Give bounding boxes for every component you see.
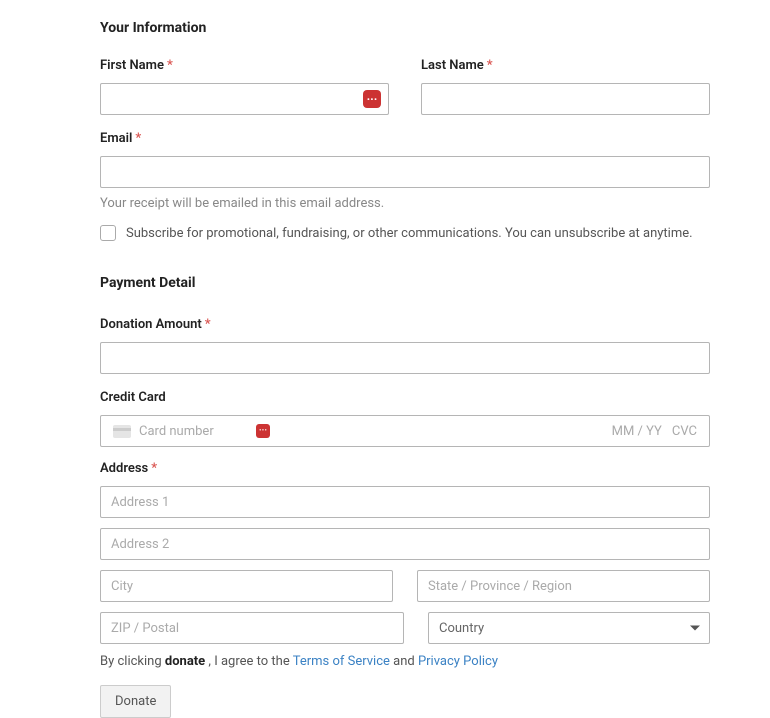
address-label: Address* [100, 461, 710, 476]
your-information-heading: Your Information [100, 20, 710, 36]
subscribe-checkbox[interactable] [100, 225, 116, 241]
password-manager-icon[interactable] [363, 90, 381, 108]
credit-card-input[interactable]: Card number MM / YY CVC [100, 415, 710, 447]
donation-amount-input[interactable] [100, 342, 710, 374]
card-expiry-placeholder: MM / YY [612, 424, 662, 439]
required-asterisk: * [167, 58, 173, 73]
payment-detail-heading: Payment Detail [100, 275, 710, 291]
donation-amount-label: Donation Amount* [100, 317, 710, 332]
first-name-label: First Name* [100, 58, 389, 73]
card-icon [113, 425, 131, 438]
tos-link[interactable]: Terms of Service [293, 654, 390, 669]
zip-input[interactable] [100, 612, 404, 644]
password-manager-icon[interactable] [256, 424, 270, 438]
email-label: Email* [100, 131, 710, 146]
required-asterisk: * [151, 461, 157, 476]
first-name-input[interactable] [100, 83, 389, 115]
required-asterisk: * [487, 58, 493, 73]
donate-button[interactable]: Donate [100, 685, 171, 718]
address2-input[interactable] [100, 528, 710, 560]
last-name-input[interactable] [421, 83, 710, 115]
subscribe-label: Subscribe for promotional, fundraising, … [126, 226, 693, 241]
card-cvc-placeholder: CVC [672, 424, 697, 439]
address1-input[interactable] [100, 486, 710, 518]
required-asterisk: * [135, 131, 141, 146]
email-input[interactable] [100, 156, 710, 188]
card-number-placeholder: Card number [139, 424, 612, 439]
country-select[interactable]: Country [428, 612, 710, 644]
city-input[interactable] [100, 570, 393, 602]
email-hint: Your receipt will be emailed in this ema… [100, 196, 710, 211]
state-input[interactable] [417, 570, 710, 602]
privacy-link[interactable]: Privacy Policy [418, 654, 498, 669]
credit-card-label: Credit Card [100, 390, 710, 405]
legal-text: By clicking donate , I agree to the Term… [100, 654, 710, 669]
required-asterisk: * [205, 317, 211, 332]
last-name-label: Last Name* [421, 58, 710, 73]
